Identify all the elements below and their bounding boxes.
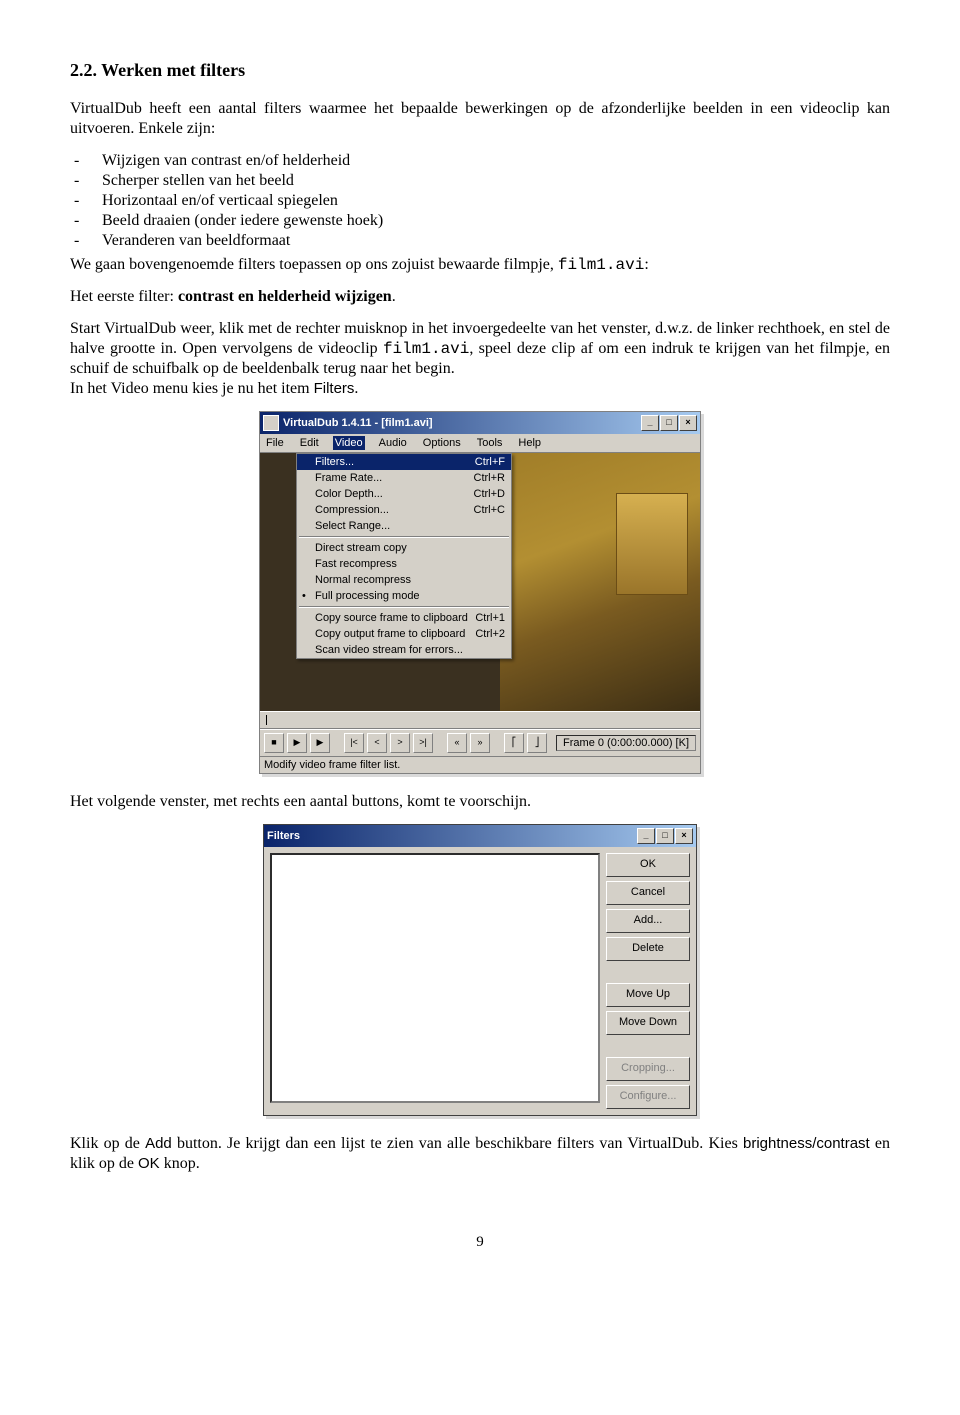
menu-item[interactable]: Copy output frame to clipboardCtrl+2 [297, 626, 511, 642]
ui-term: OK [138, 1155, 160, 1172]
page-number: 9 [70, 1234, 890, 1251]
menu-video[interactable]: Video [333, 436, 365, 450]
dialog-buttons: OK Cancel Add... Delete Move Up Move Down Crop… [606, 853, 690, 1109]
first-filter-paragraph: Het eerste filter: contrast en helderhei… [70, 287, 890, 307]
dialog-title: Filters [267, 830, 637, 842]
key-next-button[interactable]: » [470, 733, 490, 753]
maximize-button[interactable]: □ [656, 828, 674, 844]
filter-list[interactable] [270, 853, 600, 1103]
cropping--button: Cropping... [606, 1057, 690, 1081]
delete-button[interactable]: Delete [606, 937, 690, 961]
text: We gaan bovengenoemde filters toepassen … [70, 256, 558, 273]
seek-end-button[interactable]: >| [413, 733, 433, 753]
cancel-button[interactable]: Cancel [606, 881, 690, 905]
menu-item[interactable]: Normal recompress [297, 572, 511, 588]
next-window-paragraph: Het volgende venster, met rechts een aan… [70, 792, 890, 812]
move-up-button[interactable]: Move Up [606, 983, 690, 1007]
text: In het Video menu kies je nu het item [70, 380, 314, 397]
configure--button: Configure... [606, 1085, 690, 1109]
menu-bar: File Edit Video Audio Options Tools Help [260, 434, 700, 453]
text: Het eerste filter: [70, 288, 178, 305]
mark-in-button[interactable]: ⎡ [504, 733, 524, 753]
ui-term: Filters [314, 380, 355, 397]
feature-list: -Wijzigen van contrast en/of helderheid-… [70, 151, 890, 251]
menu-separator [299, 536, 509, 538]
menu-file[interactable]: File [264, 436, 286, 450]
menu-item[interactable]: Color Depth...Ctrl+D [297, 486, 511, 502]
filename: film1.avi [558, 256, 644, 274]
list-item: -Wijzigen van contrast en/of helderheid [70, 151, 890, 171]
app-icon [263, 415, 279, 431]
text: knop. [160, 1155, 200, 1172]
close-button[interactable]: × [675, 828, 693, 844]
section-heading: 2.2. Werken met filters [70, 60, 890, 81]
menu-item[interactable]: Direct stream copy [297, 540, 511, 556]
minimize-button[interactable]: _ [641, 415, 659, 431]
after-list-paragraph: We gaan bovengenoemde filters toepassen … [70, 255, 890, 275]
list-item: -Scherper stellen van het beeld [70, 171, 890, 191]
move-down-button[interactable]: Move Down [606, 1011, 690, 1035]
seek-start-button[interactable]: |< [344, 733, 364, 753]
menu-item[interactable]: Fast recompress [297, 556, 511, 572]
virtualdub-window: VirtualDub 1.4.11 - [film1.avi] _ □ × Fi… [259, 411, 701, 774]
add--button[interactable]: Add... [606, 909, 690, 933]
window-title: VirtualDub 1.4.11 - [film1.avi] [283, 417, 641, 429]
filters-dialog: Filters _ □ × OK Cancel Add... Delete Move U… [263, 824, 697, 1116]
status-bar: Modify video frame filter list. [260, 756, 700, 773]
play-output-button[interactable]: ▶ [310, 733, 330, 753]
ui-term: Add [145, 1135, 172, 1152]
text: . [392, 288, 396, 305]
text: . [354, 380, 358, 397]
menu-item[interactable]: Copy source frame to clipboardCtrl+1 [297, 610, 511, 626]
menu-options[interactable]: Options [421, 436, 463, 450]
stop-button[interactable]: ■ [264, 733, 284, 753]
list-item: -Veranderen van beeldformaat [70, 231, 890, 251]
minimize-button[interactable]: _ [637, 828, 655, 844]
ui-term: brightness/contrast [743, 1135, 870, 1152]
step-back-button[interactable]: < [367, 733, 387, 753]
menu-help[interactable]: Help [516, 436, 543, 450]
text: Klik op de [70, 1135, 145, 1152]
menu-audio[interactable]: Audio [377, 436, 409, 450]
intro-paragraph: VirtualDub heeft een aantal filters waar… [70, 99, 890, 139]
ok-button[interactable]: OK [606, 853, 690, 877]
menu-edit[interactable]: Edit [298, 436, 321, 450]
filename: film1.avi [383, 340, 469, 358]
menu-item[interactable]: Scan video stream for errors... [297, 642, 511, 658]
add-paragraph: Klik op de Add button. Je krijgt dan een… [70, 1134, 890, 1174]
menu-item[interactable]: Select Range... [297, 518, 511, 534]
menu-separator [299, 606, 509, 608]
bold-text: contrast en helderheid wijzigen [178, 288, 392, 305]
close-button[interactable]: × [679, 415, 697, 431]
frame-indicator: Frame 0 (0:00:00.000) [K] [556, 735, 696, 751]
playback-toolbar: ■ ▶ ▶ |< < > >| « » ⎡ ⎦ Frame 0 (0:00:00… [260, 729, 700, 756]
menu-item[interactable]: Filters...Ctrl+F [297, 454, 511, 470]
text: : [644, 256, 648, 273]
video-preview [500, 453, 700, 711]
menu-item[interactable]: Full processing mode [297, 588, 511, 604]
start-paragraph: Start VirtualDub weer, klik met de recht… [70, 319, 890, 399]
mark-out-button[interactable]: ⎦ [527, 733, 547, 753]
video-area: Filters...Ctrl+FFrame Rate...Ctrl+RColor… [260, 453, 700, 711]
menu-tools[interactable]: Tools [475, 436, 505, 450]
timeline-ruler[interactable] [260, 711, 700, 729]
title-bar: VirtualDub 1.4.11 - [film1.avi] _ □ × [260, 412, 700, 434]
list-item: -Horizontaal en/of verticaal spiegelen [70, 191, 890, 211]
key-prev-button[interactable]: « [447, 733, 467, 753]
menu-item[interactable]: Frame Rate...Ctrl+R [297, 470, 511, 486]
list-item: -Beeld draaien (onder iedere gewenste ho… [70, 211, 890, 231]
play-input-button[interactable]: ▶ [287, 733, 307, 753]
video-menu-dropdown: Filters...Ctrl+FFrame Rate...Ctrl+RColor… [296, 453, 512, 659]
maximize-button[interactable]: □ [660, 415, 678, 431]
dialog-title-bar: Filters _ □ × [264, 825, 696, 847]
step-fwd-button[interactable]: > [390, 733, 410, 753]
text: button. Je krijgt dan een lijst te zien … [172, 1135, 743, 1152]
menu-item[interactable]: Compression...Ctrl+C [297, 502, 511, 518]
